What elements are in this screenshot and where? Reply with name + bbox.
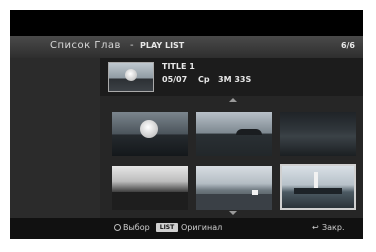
rock-shape bbox=[294, 188, 342, 194]
title-info-row: TITLE 1 05/07 Cp 3M 33S bbox=[100, 58, 363, 96]
title-duration: 3M 33S bbox=[218, 75, 252, 84]
chapter-thumbnail-4[interactable] bbox=[112, 166, 188, 210]
close-hint: Закр. bbox=[322, 223, 345, 232]
title-mode: Cp bbox=[198, 75, 210, 84]
footer-bar: Выбор LIST Оригинал ↩ Закр. bbox=[10, 218, 363, 239]
scroll-up-arrow-icon[interactable] bbox=[229, 98, 237, 102]
title-separator: - bbox=[130, 40, 134, 51]
header-bar: Список Глав - PLAY LIST 6/6 bbox=[10, 36, 363, 58]
return-icon: ↩ bbox=[312, 223, 319, 232]
chapter-thumbnail-1[interactable] bbox=[112, 112, 188, 156]
balloon-icon bbox=[125, 69, 137, 81]
page-subtitle: PLAY LIST bbox=[140, 41, 185, 50]
house-shape bbox=[252, 190, 258, 195]
original-hint: Оригинал bbox=[181, 223, 223, 232]
title-preview-thumbnail bbox=[108, 62, 154, 92]
chapter-thumbnail-6-selected[interactable] bbox=[280, 164, 356, 210]
chapter-grid bbox=[100, 96, 363, 218]
screen: Список Глав - PLAY LIST 6/6 TITLE 1 05/0… bbox=[0, 0, 376, 252]
playlist-panel: Список Глав - PLAY LIST 6/6 TITLE 1 05/0… bbox=[10, 10, 363, 239]
lighthouse-icon bbox=[314, 172, 318, 188]
left-sidebar bbox=[10, 58, 100, 218]
scroll-down-arrow-icon[interactable] bbox=[229, 211, 237, 215]
shore-shape bbox=[196, 194, 272, 210]
select-hint: Выбор bbox=[123, 223, 150, 232]
select-button-icon bbox=[114, 224, 121, 231]
chapter-thumbnail-5[interactable] bbox=[196, 166, 272, 210]
page-count: 6/6 bbox=[340, 41, 355, 50]
title-name: TITLE 1 bbox=[162, 62, 195, 71]
hillside-shape bbox=[112, 192, 188, 210]
island-shape bbox=[236, 129, 262, 135]
title-date: 05/07 bbox=[162, 75, 188, 84]
chapter-thumbnail-3[interactable] bbox=[280, 112, 356, 156]
list-key-icon: LIST bbox=[156, 223, 178, 232]
balloon-icon bbox=[140, 120, 158, 138]
page-title: Список Глав bbox=[50, 40, 121, 51]
chapter-thumbnail-2[interactable] bbox=[196, 112, 272, 156]
